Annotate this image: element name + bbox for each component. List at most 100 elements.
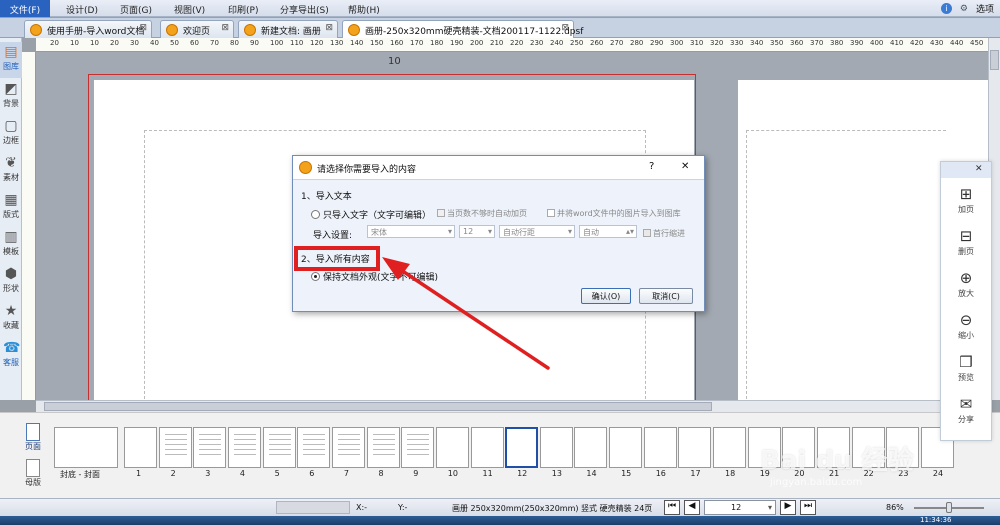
panel-tool-delete-page[interactable]: ⊟ 删页 — [941, 224, 991, 264]
thumbnail-page[interactable] — [227, 427, 261, 468]
ok-button[interactable]: 确认(O) — [581, 288, 631, 304]
last-page-icon[interactable]: ⏭ — [800, 500, 816, 515]
annotation-arrow — [382, 257, 550, 370]
page-select[interactable]: 12 ▾ — [704, 500, 776, 515]
close-icon[interactable]: ⊠ — [561, 23, 569, 33]
checkbox-first-indent[interactable] — [643, 229, 651, 237]
close-icon[interactable]: ✕ — [681, 161, 689, 172]
thumbnail-page[interactable] — [124, 427, 157, 468]
close-icon[interactable]: ✕ — [975, 164, 983, 174]
first-indent[interactable]: 首行缩进 — [643, 228, 685, 239]
thumbnail-page[interactable] — [366, 427, 400, 468]
left-tool-template[interactable]: ▥ 模板 — [0, 227, 22, 263]
thumbnail-page[interactable] — [401, 427, 435, 468]
prev-page-icon[interactable]: ◀ — [684, 500, 700, 515]
left-tool-shape[interactable]: ⬢ 形状 — [0, 264, 22, 300]
cancel-button[interactable]: 取消(C) — [639, 288, 693, 304]
left-tool-background[interactable]: ◩ 背景 — [0, 79, 22, 115]
menu-file[interactable]: 文件(F) — [0, 0, 50, 17]
thumbnail-cover[interactable] — [54, 427, 118, 468]
thumb-side-master[interactable]: 母版 — [20, 459, 46, 493]
menu-page[interactable]: 页面(G) — [120, 3, 152, 16]
left-tool-border[interactable]: ▢ 边框 — [0, 116, 22, 152]
thumbnail-page[interactable] — [678, 427, 712, 468]
panel-tool-zoom-in[interactable]: ⊕ 放大 — [941, 266, 991, 306]
spacing-select[interactable]: 自动 ▴▾ — [579, 225, 637, 238]
section-import-all: 2、导入所有内容 — [301, 255, 370, 265]
ruler-number: 310 — [690, 39, 704, 47]
thumbnail-text-line — [337, 454, 360, 455]
page-select-value: 12 — [731, 503, 742, 512]
material-icon: ❦ — [5, 155, 17, 171]
thumbnail-page[interactable] — [158, 427, 192, 468]
menu-view[interactable]: 视图(V) — [174, 3, 205, 16]
thumbnail-label: 24 — [932, 469, 944, 478]
panel-tool-zoom-out[interactable]: ⊖ 缩小 — [941, 308, 991, 348]
menu-help[interactable]: 帮助(H) — [348, 3, 380, 16]
thumbnail-page[interactable] — [331, 427, 365, 468]
thumbnail-text-line — [337, 434, 360, 435]
left-tool-material[interactable]: ❦ 素材 — [0, 153, 22, 189]
checkbox-auto-add-pages[interactable] — [437, 209, 445, 217]
thumbnail-page[interactable] — [574, 427, 608, 468]
size-select[interactable]: 12 ▾ — [459, 225, 495, 238]
font-select[interactable]: 宋体 ▾ — [367, 225, 455, 238]
thumbnail-page[interactable] — [713, 427, 746, 468]
thumbnail-page[interactable] — [539, 427, 573, 468]
thumbnail-page[interactable] — [609, 427, 643, 468]
close-icon[interactable]: ⊠ — [221, 23, 229, 33]
scroll-thumb[interactable] — [44, 402, 712, 411]
checkbox-import-images[interactable] — [547, 209, 555, 217]
tab-manual[interactable]: 使用手册-导入word文档 ⊠ — [24, 20, 152, 38]
left-tool-favorite[interactable]: ★ 收藏 — [0, 301, 22, 337]
thumbnail-page[interactable] — [193, 427, 227, 468]
thumbnail-text-line — [372, 454, 395, 455]
panel-tool-preview[interactable]: ❒ 预览 — [941, 350, 991, 390]
preview-icon: ❒ — [959, 353, 973, 371]
thumbnail-label: 13 — [551, 469, 562, 478]
left-tool-layout[interactable]: ▦ 版式 — [0, 190, 22, 226]
menu-share-export[interactable]: 分享导出(S) — [280, 3, 329, 16]
radio-text-only[interactable] — [311, 210, 320, 219]
thumbnail-page[interactable] — [297, 427, 331, 468]
scroll-thumb[interactable] — [990, 50, 999, 70]
zoom-slider-handle[interactable] — [946, 502, 952, 513]
chevron-down-icon: ▾ — [447, 227, 452, 236]
thumbnail-page[interactable] — [262, 427, 296, 468]
horizontal-scrollbar[interactable] — [36, 400, 988, 412]
panel-tool-add-page[interactable]: ⊞ 加页 — [941, 182, 991, 222]
tab-active-document[interactable]: 画册-250x320mm硬壳精装-文档200117-1122.dpsf ⊠ — [342, 20, 583, 38]
thumbnail-page[interactable] — [643, 427, 677, 468]
thumbnail-page[interactable] — [505, 427, 539, 468]
next-page-icon[interactable]: ▶ — [780, 500, 796, 515]
close-icon[interactable]: ⊠ — [325, 23, 333, 33]
menu-print[interactable]: 印刷(P) — [228, 3, 258, 16]
line-spacing-select[interactable]: 自动行距 ▾ — [499, 225, 575, 238]
thumbnail-page[interactable] — [470, 427, 504, 468]
chevron-down-icon: ▾ — [567, 227, 572, 236]
first-page-icon[interactable]: ⏮ — [664, 500, 680, 515]
thumbnail-label: 14 — [586, 469, 597, 478]
tab-new-album[interactable]: 新建文档: 画册 ⊠ — [238, 20, 338, 38]
left-tool-gallery[interactable]: ▤ 图库 — [0, 42, 22, 78]
thumbnail-text-line — [199, 434, 222, 435]
info-icon[interactable]: i — [940, 3, 952, 14]
thumbnail-label: 15 — [621, 469, 632, 478]
panel-tool-share[interactable]: ✉ 分享 — [941, 392, 991, 432]
import-images[interactable]: 并将word文件中的图片导入到图库 — [547, 208, 681, 219]
option-text-only[interactable]: 只导入文字（文字可编辑） — [311, 208, 431, 221]
options-label[interactable]: 选项 — [976, 2, 994, 15]
thumb-side-pages[interactable]: 页面 — [20, 423, 46, 457]
menu-design[interactable]: 设计(D) — [66, 3, 98, 16]
thumbnail-text-line — [407, 449, 430, 450]
thumbnail-page[interactable] — [435, 427, 469, 468]
auto-add-pages[interactable]: 当页数不够时自动加页 — [437, 208, 527, 219]
close-icon[interactable]: ⊠ — [139, 23, 147, 33]
tab-welcome[interactable]: 欢迎页 ⊠ — [160, 20, 234, 38]
left-tool-label: 素材 — [3, 173, 19, 182]
help-icon[interactable]: ? — [649, 161, 654, 172]
gear-icon[interactable]: ⚙ — [960, 4, 968, 14]
left-tool-support[interactable]: ☎ 客服 — [0, 338, 22, 374]
radio-keep-layout[interactable] — [311, 272, 320, 281]
status-input[interactable] — [276, 501, 350, 514]
